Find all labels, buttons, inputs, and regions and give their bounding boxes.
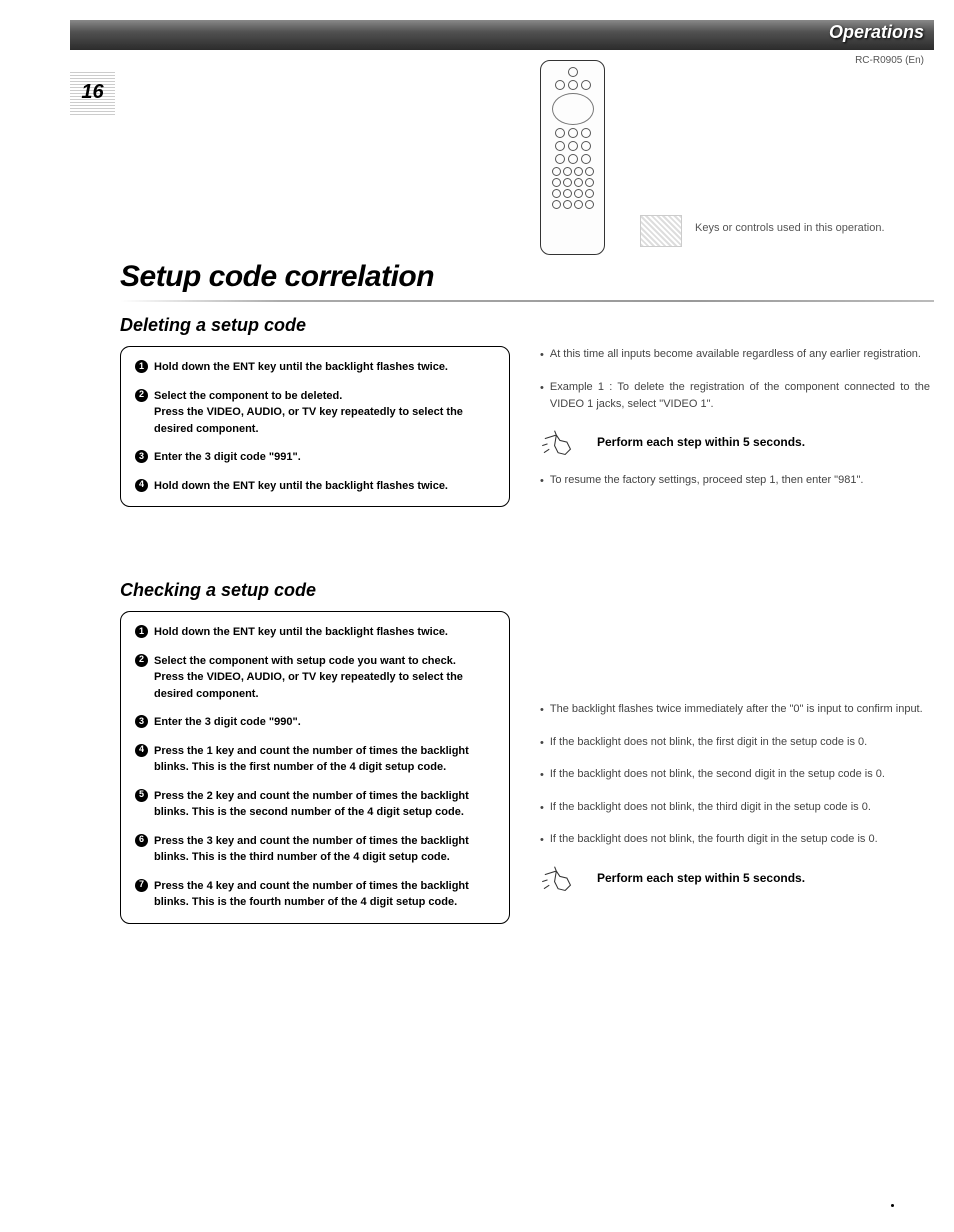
deleting-step: 3 Enter the 3 digit code "991". <box>135 449 495 466</box>
note-text: If the backlight does not blink, the fou… <box>550 831 878 850</box>
note: • Example 1 : To delete the registration… <box>540 379 930 414</box>
note: • At this time all inputs become availab… <box>540 346 930 365</box>
step-text: Press the 4 key and count the number of … <box>154 880 469 909</box>
legend-text: Keys or controls used in this operation. <box>695 222 885 234</box>
model-id: RC-R0905 (En) <box>855 55 924 66</box>
note: • If the backlight does not blink, the f… <box>540 831 930 850</box>
checking-step: 4 Press the 1 key and count the number o… <box>135 743 495 776</box>
note-text: If the backlight does not blink, the fir… <box>550 734 867 753</box>
section-title-checking: Checking a setup code <box>120 580 930 601</box>
step-number-icon: 3 <box>135 450 148 463</box>
dot-icon <box>891 1204 894 1207</box>
checking-step: 3 Enter the 3 digit code "990". <box>135 714 495 731</box>
checking-step: 1 Hold down the ENT key until the backli… <box>135 624 495 641</box>
deleting-step: 4 Hold down the ENT key until the backli… <box>135 478 495 495</box>
bullet-icon: • <box>540 800 544 818</box>
note-text: At this time all inputs become available… <box>550 346 921 365</box>
bullet-icon: • <box>540 767 544 785</box>
step-number-icon: 3 <box>135 715 148 728</box>
step-text: Press the 2 key and count the number of … <box>154 790 469 819</box>
section-title-deleting: Deleting a setup code <box>120 315 930 336</box>
step-number-icon: 1 <box>135 625 148 638</box>
timing-hint: Perform each step within 5 seconds. <box>540 428 930 458</box>
note: • If the backlight does not blink, the t… <box>540 799 930 818</box>
checking-step: 7 Press the 4 key and count the number o… <box>135 878 495 911</box>
header-bar <box>70 20 934 50</box>
step-text: Select the component to be deleted. <box>154 390 342 402</box>
step-text: Enter the 3 digit code "990". <box>154 716 301 728</box>
note-text: If the backlight does not blink, the sec… <box>550 766 885 785</box>
step-number-icon: 7 <box>135 879 148 892</box>
note-text: The backlight flashes twice immediately … <box>550 701 923 720</box>
timing-hint-text: Perform each step within 5 seconds. <box>597 869 805 888</box>
deleting-steps-box: 1 Hold down the ENT key until the backli… <box>120 346 510 507</box>
checking-step: 5 Press the 2 key and count the number o… <box>135 788 495 821</box>
bullet-icon: • <box>540 380 544 414</box>
checking-steps-box: 1 Hold down the ENT key until the backli… <box>120 611 510 924</box>
note: • If the backlight does not blink, the s… <box>540 766 930 785</box>
section-deleting: Deleting a setup code 1 Hold down the EN… <box>120 315 930 507</box>
step-number-icon: 4 <box>135 744 148 757</box>
checking-step: 2 Select the component with setup code y… <box>135 653 495 703</box>
note-text: To resume the factory settings, proceed … <box>550 472 864 491</box>
timing-hint: Perform each step within 5 seconds. <box>540 864 930 894</box>
deleting-step: 2 Select the component to be deleted. Pr… <box>135 388 495 438</box>
note: • If the backlight does not blink, the f… <box>540 734 930 753</box>
step-text: Press the 1 key and count the number of … <box>154 745 469 774</box>
section-checking: Checking a setup code 1 Hold down the EN… <box>120 580 930 924</box>
bullet-icon: • <box>540 832 544 850</box>
deleting-step: 1 Hold down the ENT key until the backli… <box>135 359 495 376</box>
header-section-title: Operations <box>829 22 924 43</box>
note-text: Example 1 : To delete the registration o… <box>550 379 930 414</box>
manual-page: Operations RC-R0905 (En) 16 Keys or cont… <box>0 0 954 1232</box>
note: • To resume the factory settings, procee… <box>540 472 930 491</box>
page-number: 16 <box>81 81 103 104</box>
hand-snap-icon <box>540 428 585 458</box>
page-number-block: 16 <box>70 70 115 115</box>
step-number-icon: 1 <box>135 360 148 373</box>
step-number-icon: 4 <box>135 479 148 492</box>
step-number-icon: 6 <box>135 834 148 847</box>
bullet-icon: • <box>540 473 544 491</box>
legend-swatch-icon <box>640 215 682 247</box>
note: • The backlight flashes twice immediatel… <box>540 701 930 720</box>
step-text: Enter the 3 digit code "991". <box>154 451 301 463</box>
bullet-icon: • <box>540 702 544 720</box>
step-subtext: Press the VIDEO, AUDIO, or TV key repeat… <box>154 404 495 437</box>
note-text: If the backlight does not blink, the thi… <box>550 799 871 818</box>
step-text: Hold down the ENT key until the backligh… <box>154 361 448 373</box>
step-text: Hold down the ENT key until the backligh… <box>154 626 448 638</box>
step-number-icon: 5 <box>135 789 148 802</box>
step-text: Select the component with setup code you… <box>154 655 456 667</box>
checking-step: 6 Press the 3 key and count the number o… <box>135 833 495 866</box>
main-title: Setup code correlation <box>120 260 434 294</box>
step-number-icon: 2 <box>135 389 148 402</box>
remote-control-icon <box>540 60 605 255</box>
checking-notes: • The backlight flashes twice immediatel… <box>540 611 930 908</box>
deleting-notes: • At this time all inputs become availab… <box>540 346 930 504</box>
step-number-icon: 2 <box>135 654 148 667</box>
step-text: Press the 3 key and count the number of … <box>154 835 469 864</box>
hand-snap-icon <box>540 864 585 894</box>
bullet-icon: • <box>540 735 544 753</box>
timing-hint-text: Perform each step within 5 seconds. <box>597 433 805 452</box>
step-text: Hold down the ENT key until the backligh… <box>154 480 448 492</box>
step-subtext: Press the VIDEO, AUDIO, or TV key repeat… <box>154 669 495 702</box>
bullet-icon: • <box>540 347 544 365</box>
